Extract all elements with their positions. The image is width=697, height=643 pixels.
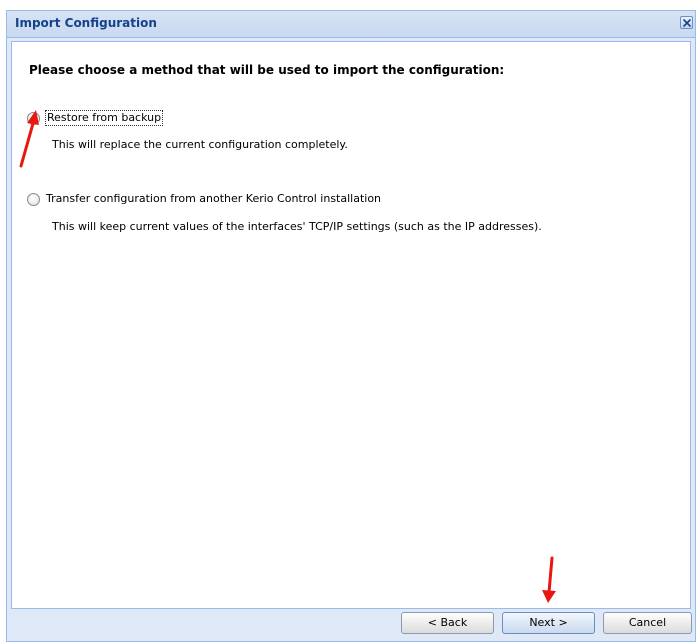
import-configuration-dialog: Import Configuration Please choose a met… [6,10,696,642]
radio-transfer-configuration[interactable] [27,192,40,206]
dialog-titlebar[interactable]: Import Configuration [7,11,695,38]
next-button[interactable]: Next > [502,612,595,634]
option-label-transfer[interactable]: Transfer configuration from another Keri… [46,192,381,206]
option-restore-from-backup[interactable]: Restore from backup [27,110,164,126]
cancel-button[interactable]: Cancel [603,612,692,634]
option-description-restore: This will replace the current configurat… [52,138,348,151]
dialog-body: Please choose a method that will be used… [11,41,691,609]
method-heading: Please choose a method that will be used… [29,63,505,77]
option-description-transfer: This will keep current values of the int… [52,220,542,233]
close-icon [683,19,691,27]
annotation-arrow-next [542,556,556,603]
close-button[interactable] [680,16,693,29]
annotation-arrow-restore [19,110,39,168]
option-label-restore[interactable]: Restore from backup [44,110,164,126]
dialog-title: Import Configuration [15,16,157,30]
back-button[interactable]: < Back [401,612,494,634]
option-transfer-configuration[interactable]: Transfer configuration from another Keri… [27,192,381,206]
